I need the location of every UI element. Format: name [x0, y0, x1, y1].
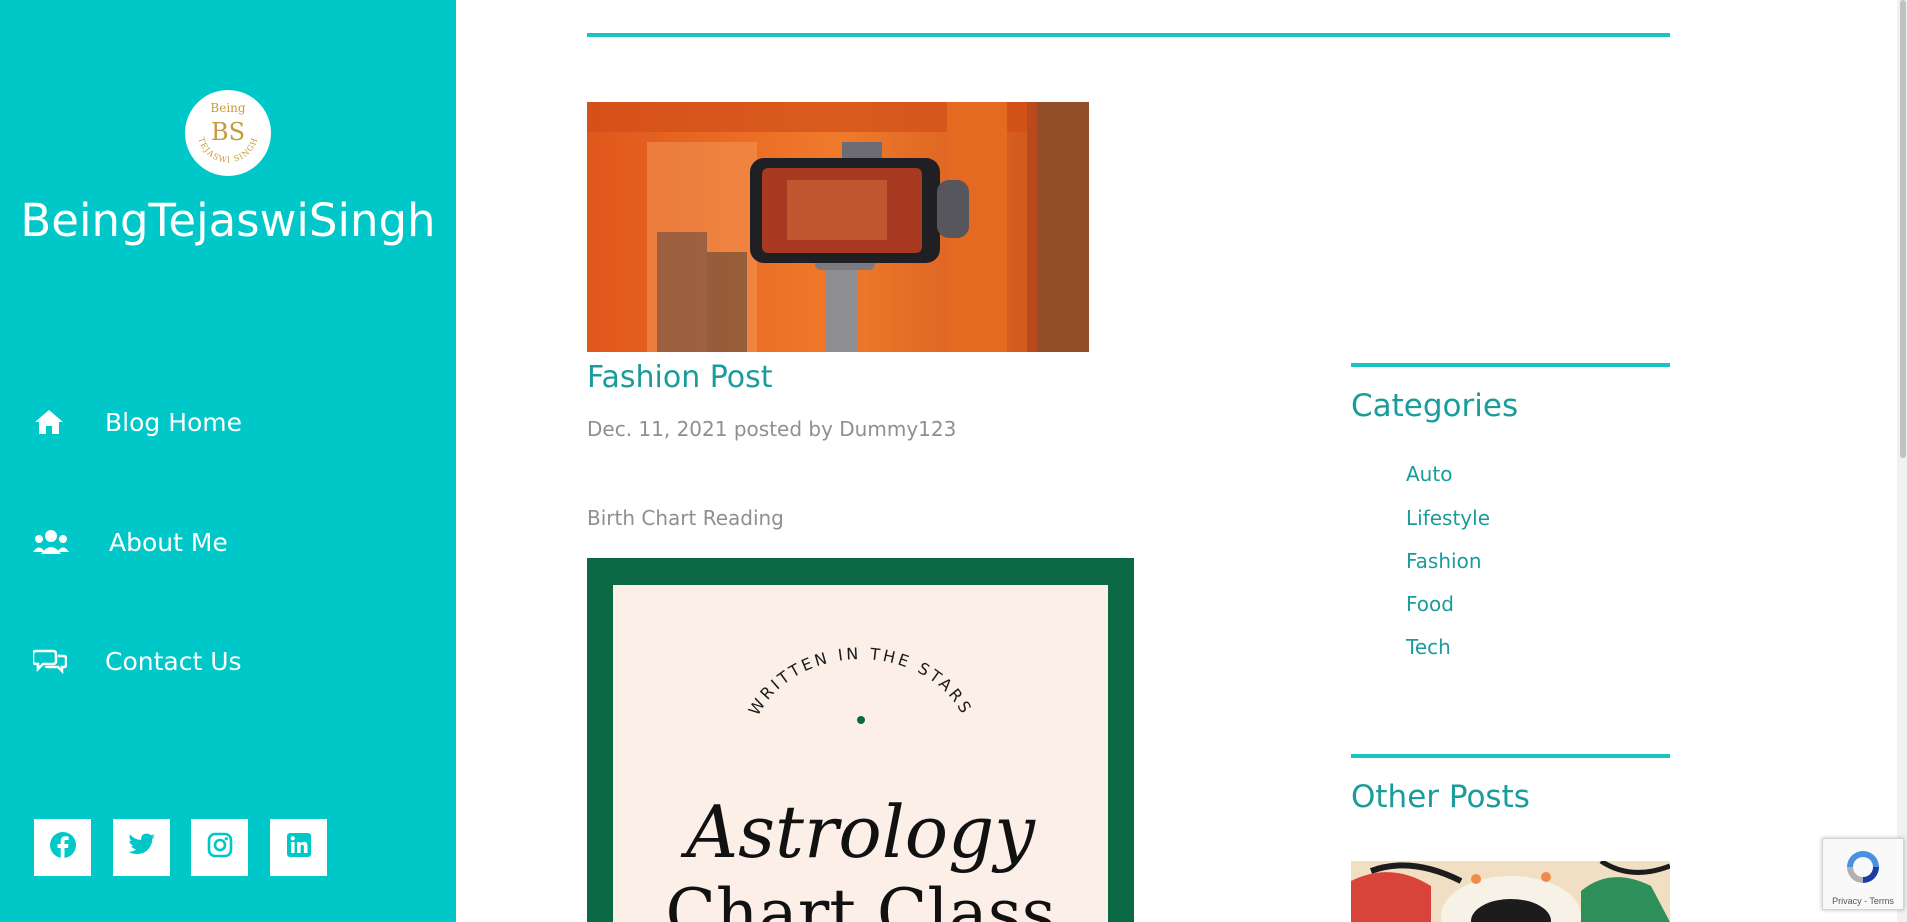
instagram-link[interactable] [191, 819, 248, 876]
nav-label: About Me [109, 527, 228, 557]
recaptcha-icon [1843, 847, 1883, 892]
logo-monogram: BS [211, 118, 245, 146]
other-posts-divider [1351, 754, 1670, 758]
twitter-link[interactable] [113, 819, 170, 876]
categories-title: Categories [1351, 388, 1519, 424]
nav-label: Contact Us [105, 646, 242, 676]
other-posts-title: Other Posts [1351, 779, 1530, 815]
category-tech[interactable]: Tech [1406, 635, 1451, 659]
category-food[interactable]: Food [1406, 592, 1454, 616]
page-scrollbar-thumb[interactable] [1900, 0, 1906, 458]
category-fashion[interactable]: Fashion [1406, 549, 1482, 573]
recaptcha-badge[interactable]: Privacy - Terms [1822, 838, 1904, 910]
post-content-image: WRITTEN IN THE STARS Astrology Chart Cla… [587, 558, 1134, 922]
category-auto[interactable]: Auto [1406, 462, 1452, 486]
twitter-icon [128, 833, 156, 862]
post-excerpt: Birth Chart Reading [587, 506, 784, 530]
post-featured-image[interactable] [587, 102, 1089, 352]
nav-blog-home[interactable]: Blog Home [33, 400, 242, 444]
astro-card: WRITTEN IN THE STARS Astrology Chart Cla… [613, 585, 1108, 922]
svg-text:WRITTEN IN THE STARS: WRITTEN IN THE STARS [745, 644, 977, 719]
instagram-icon [207, 832, 233, 863]
categories-divider [1351, 363, 1670, 367]
site-title[interactable]: BeingTejaswiSingh [0, 194, 456, 247]
nav-label: Blog Home [105, 407, 243, 437]
post-meta: Dec. 11, 2021 posted by Dummy123 [587, 417, 957, 441]
facebook-link[interactable] [34, 819, 91, 876]
astro-arc-text: WRITTEN IN THE STARS [745, 644, 974, 719]
other-post-thumbnail[interactable] [1351, 861, 1670, 922]
nav-contact-us[interactable]: Contact Us [33, 639, 242, 683]
linkedin-icon [286, 832, 312, 863]
recaptcha-links[interactable]: Privacy - Terms [1823, 896, 1903, 906]
sidebar: Being BS TEJASWI SINGH BeingTejaswiSingh… [0, 0, 456, 922]
category-lifestyle[interactable]: Lifestyle [1406, 506, 1490, 530]
astro-title-line1: Astrology [686, 790, 1035, 874]
users-icon [33, 526, 73, 558]
home-icon [33, 406, 73, 438]
linkedin-link[interactable] [270, 819, 327, 876]
comments-icon [33, 645, 73, 677]
facebook-icon [49, 831, 77, 864]
site-logo[interactable]: Being BS TEJASWI SINGH [185, 90, 271, 176]
logo-word: Being [210, 101, 245, 115]
astro-title-line2: Chart Class [665, 875, 1056, 922]
nav-about-me[interactable]: About Me [33, 520, 228, 564]
post-title[interactable]: Fashion Post [587, 360, 773, 395]
top-divider [587, 33, 1670, 37]
